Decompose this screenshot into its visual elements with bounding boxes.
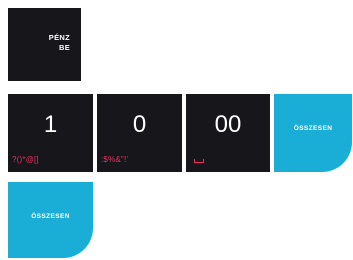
digit-key-1-symbols: ?()*@[] bbox=[12, 155, 39, 164]
space-symbol-icon bbox=[194, 159, 204, 163]
keypad-screen: { "cash_key": { "label": "PÉNZ\n BE", "b… bbox=[0, 0, 353, 260]
digit-key-1[interactable]: 1 ?()*@[] bbox=[8, 94, 93, 172]
digit-key-1-value: 1 bbox=[43, 111, 58, 138]
total-button-label: ÖSSZESEN bbox=[293, 125, 333, 132]
total-button[interactable]: ÖSSZESEN bbox=[274, 94, 352, 172]
digit-key-0-symbols: :$%&"!' bbox=[101, 155, 129, 164]
total-button-large-label: ÖSSZESEN bbox=[31, 213, 70, 220]
digit-key-0-value: 0 bbox=[132, 111, 147, 138]
digit-key-0[interactable]: 0 :$%&"!' bbox=[97, 94, 182, 172]
digit-key-00-value: 00 bbox=[214, 111, 242, 138]
total-button-large[interactable]: ÖSSZESEN bbox=[8, 182, 93, 258]
cash-in-label: PÉNZ BE bbox=[48, 33, 70, 52]
digit-key-00[interactable]: 00 bbox=[186, 94, 270, 172]
cash-in-key[interactable]: PÉNZ BE bbox=[8, 8, 81, 81]
